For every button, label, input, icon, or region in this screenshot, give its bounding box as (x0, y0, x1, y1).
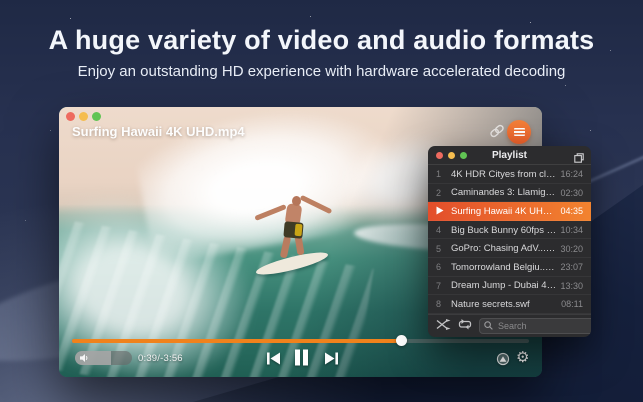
time-display: 0:39/-3:56 (138, 353, 183, 364)
row-filename: Big Buck Bunny 60fps 4K.mkv (451, 225, 560, 236)
playlist-footer (428, 314, 591, 337)
seek-knob[interactable] (396, 335, 407, 346)
settings-button[interactable]: ⚙ (516, 350, 529, 365)
volume-slider[interactable] (75, 351, 132, 365)
row-number: 7 (436, 281, 451, 291)
row-duration: 04:35 (560, 206, 583, 216)
row-filename: 4K HDR Cityes from clouds.avi (451, 169, 560, 180)
seek-bar[interactable] (72, 339, 529, 343)
repeat-button[interactable] (458, 318, 472, 333)
playlist-row[interactable]: 5 GoPro: Chasing AdV...ure 4K.mp4 30:20 (428, 239, 591, 258)
hero-section: A huge variety of video and audio format… (0, 25, 643, 80)
playlist-toggle-button[interactable] (507, 120, 531, 144)
hero-subtitle: Enjoy an outstanding HD experience with … (0, 63, 643, 80)
row-number: 4 (436, 225, 451, 235)
pause-icon (293, 349, 310, 366)
search-input[interactable] (496, 320, 591, 332)
previous-icon (266, 352, 281, 365)
detach-panel-button[interactable] (574, 150, 584, 160)
row-number: 6 (436, 262, 451, 272)
airplay-stream-icon (495, 352, 511, 367)
seek-fill (72, 339, 401, 343)
row-filename: GoPro: Chasing AdV...ure 4K.mp4 (451, 243, 560, 254)
row-duration: 16:24 (560, 169, 583, 179)
playlist-row[interactable]: 1 4K HDR Cityes from clouds.avi 16:24 (428, 165, 591, 184)
row-duration: 30:20 (560, 244, 583, 254)
row-filename: Dream Jump - Dubai 4K.wmv (451, 280, 560, 291)
row-number: 8 (436, 299, 451, 309)
row-filename: Nature secrets.swf (451, 299, 561, 310)
playlist-row[interactable]: 6 Tomorrowland Belgiu...vie 4K.mkv 23:07 (428, 258, 591, 277)
row-filename: Tomorrowland Belgiu...vie 4K.mkv (451, 262, 560, 273)
row-duration: 10:34 (560, 225, 583, 235)
row-number: 1 (436, 169, 451, 179)
row-duration: 08:11 (561, 299, 583, 309)
next-track-button[interactable] (324, 352, 339, 368)
shuffle-icon (436, 319, 451, 330)
search-field[interactable] (479, 318, 591, 334)
video-title: Surfing Hawaii 4K UHD.mp4 (72, 124, 245, 139)
gear-icon: ⚙ (516, 348, 529, 366)
window-controls (66, 112, 101, 121)
minimize-button[interactable] (79, 112, 88, 121)
playlist-row[interactable]: 2 Caminandes 3: Llamigos.mov 02:30 (428, 184, 591, 203)
close-button[interactable] (66, 112, 75, 121)
streaming-button[interactable] (495, 352, 511, 370)
playlist-row[interactable]: 7 Dream Jump - Dubai 4K.wmv 13:30 (428, 277, 591, 296)
playlist-header: Playlist (428, 146, 591, 165)
next-icon (324, 352, 339, 365)
panel-icon (574, 153, 584, 163)
row-number: 2 (436, 188, 451, 198)
row-number: 5 (436, 244, 451, 254)
playlist-lines-icon (514, 128, 525, 136)
row-duration: 02:30 (560, 188, 583, 198)
speaker-icon (80, 354, 89, 362)
hero-title: A huge variety of video and audio format… (0, 25, 643, 56)
repeat-icon (458, 319, 472, 330)
row-duration: 13:30 (560, 281, 583, 291)
open-link-icon[interactable] (488, 123, 506, 139)
playlist-row-playing[interactable]: Surfing Hawaii 4K UHD.mp4 04:35 (428, 202, 591, 221)
row-duration: 23:07 (560, 262, 583, 272)
wallpaper-stars (10, 10, 11, 11)
playlist-row[interactable]: 4 Big Buck Bunny 60fps 4K.mkv 10:34 (428, 221, 591, 240)
playlist-window: Playlist 1 4K HDR Cityes from clouds.avi… (428, 146, 591, 337)
zoom-button[interactable] (92, 112, 101, 121)
row-filename: Surfing Hawaii 4K UHD.mp4 (451, 206, 560, 217)
row-filename: Caminandes 3: Llamigos.mov (451, 187, 560, 198)
desktop: A huge variety of video and audio format… (0, 0, 643, 402)
previous-track-button[interactable] (266, 352, 281, 368)
now-playing-icon (436, 206, 451, 217)
shuffle-button[interactable] (436, 318, 451, 333)
playlist-title: Playlist (428, 150, 591, 161)
pause-button[interactable] (293, 349, 310, 369)
playlist-row[interactable]: 8 Nature secrets.swf 08:11 (428, 295, 591, 314)
search-icon (484, 321, 493, 330)
